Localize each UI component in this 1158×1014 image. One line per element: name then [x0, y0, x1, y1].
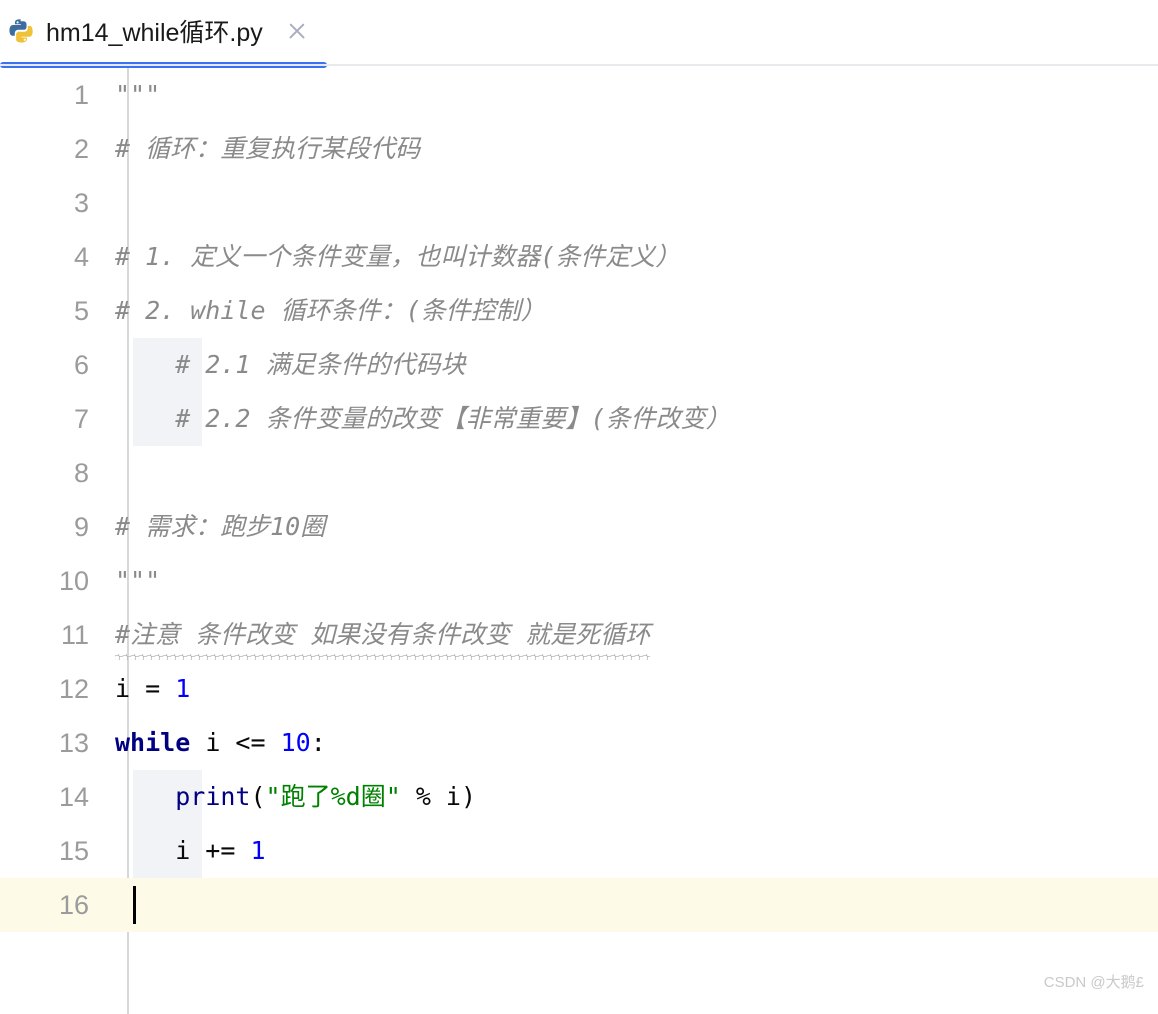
code-line-text: print("跑了%d圈" % i)	[108, 770, 1158, 824]
text-caret	[133, 886, 136, 924]
code-line-text	[108, 878, 1158, 932]
code-token-cmt: # 1. 定义一个条件变量，也叫计数器(条件定义）	[115, 242, 681, 271]
code-token-cmt: # 2.1 满足条件的代码块	[115, 350, 466, 379]
code-line-text: """	[108, 68, 1158, 122]
line-number: 13	[58, 727, 89, 758]
code-line-text: """	[108, 554, 1158, 608]
code-token-num: 1	[250, 836, 266, 865]
code-token-fn: print	[175, 782, 251, 811]
code-token-plain: i	[115, 674, 146, 703]
code-line[interactable]: 11 #注意 条件改变 如果没有条件改变 就是死循环	[0, 608, 1158, 662]
code-line[interactable]: 1 """	[0, 68, 1158, 122]
code-line-text: # 需求：跑步10圈	[108, 500, 1158, 554]
code-line[interactable]: 7 # 2.2 条件变量的改变【非常重要】(条件改变）	[0, 392, 1158, 446]
code-line-text	[108, 176, 1158, 230]
line-number: 2	[73, 133, 89, 164]
code-token-cmt: # 循环：重复执行某段代码	[115, 134, 421, 163]
code-line-text: i = 1	[108, 662, 1158, 716]
code-token-cmt: # 2. while 循环条件：(条件控制）	[115, 296, 546, 325]
code-line-text	[108, 446, 1158, 500]
code-line[interactable]: 9 # 需求：跑步10圈	[0, 500, 1158, 554]
code-line[interactable]: 5 # 2. while 循环条件：(条件控制）	[0, 284, 1158, 338]
file-tab-label: hm14_while循环.py	[46, 19, 263, 47]
line-number: 4	[73, 241, 89, 272]
code-line[interactable]: 15 i += 1	[0, 824, 1158, 878]
line-number: 8	[73, 457, 89, 488]
line-number: 16	[58, 889, 89, 920]
code-line-text: # 2. while 循环条件：(条件控制）	[108, 284, 1158, 338]
line-number: 5	[73, 295, 89, 326]
code-token-cmt: # 2.2 条件变量的改变【非常重要】(条件改变）	[115, 404, 731, 433]
code-token-cmt: """	[115, 566, 161, 595]
tab-bar-divider	[0, 64, 1158, 66]
code-line-text: # 循环：重复执行某段代码	[108, 122, 1158, 176]
code-line[interactable]: 2 # 循环：重复执行某段代码	[0, 122, 1158, 176]
code-token-plain: i +=	[115, 836, 251, 865]
line-number: 10	[58, 565, 89, 596]
code-line[interactable]: 14 print("跑了%d圈" % i)	[0, 770, 1158, 824]
code-token-plain: i <=	[190, 728, 281, 757]
code-token-cmt: #注意 条件改变 如果没有条件改变 就是死循环	[115, 620, 651, 649]
code-line[interactable]: 8	[0, 446, 1158, 500]
line-number: 3	[73, 187, 89, 218]
code-line[interactable]: 13 while i <= 10:	[0, 716, 1158, 770]
code-token-num: 10	[280, 728, 311, 757]
code-line-text: # 2.2 条件变量的改变【非常重要】(条件改变）	[108, 392, 1158, 446]
code-line[interactable]: 10 """	[0, 554, 1158, 608]
code-line[interactable]: 4 # 1. 定义一个条件变量，也叫计数器(条件定义）	[0, 230, 1158, 284]
code-token-plain: % i)	[400, 782, 477, 811]
python-file-icon	[9, 19, 33, 43]
code-line[interactable]: 3	[0, 176, 1158, 230]
code-token-str: "跑了%d圈"	[265, 782, 401, 811]
code-token-plain: (	[250, 782, 266, 811]
code-line[interactable]: 6 # 2.1 满足条件的代码块	[0, 338, 1158, 392]
code-line-text: i += 1	[108, 824, 1158, 878]
code-line-text: #注意 条件改变 如果没有条件改变 就是死循环	[108, 608, 1158, 662]
line-number: 12	[58, 673, 89, 704]
line-number: 15	[58, 835, 89, 866]
code-token-kw: while	[115, 728, 191, 757]
spellcheck-squiggle: #注意 条件改变 如果没有条件改变 就是死循环	[115, 608, 651, 662]
code-line-list: 1 """ 2 # 循环：重复执行某段代码 3 4 # 1. 定义一个条件变量，也叫计数器(…	[0, 68, 1158, 932]
code-line[interactable]: 16	[0, 878, 1158, 932]
code-line-text: # 1. 定义一个条件变量，也叫计数器(条件定义）	[108, 230, 1158, 284]
code-editor[interactable]: 1 """ 2 # 循环：重复执行某段代码 3 4 # 1. 定义一个条件变量，也叫计数器(…	[0, 68, 1158, 1014]
line-number: 6	[73, 349, 89, 380]
code-token-plain: =	[145, 674, 176, 703]
watermark-label: CSDN @大鹅£	[1043, 974, 1144, 991]
code-token-plain: :	[310, 728, 326, 757]
code-line[interactable]: 12 i = 1	[0, 662, 1158, 716]
line-number: 11	[60, 619, 89, 650]
code-line-text: while i <= 10:	[108, 716, 1158, 770]
file-tab-hm14-while[interactable]: hm14_while循环.py	[0, 0, 309, 62]
line-number: 9	[73, 511, 89, 542]
code-token-cmt: # 需求：跑步10圈	[115, 512, 326, 541]
code-token-cmt: """	[115, 80, 161, 109]
code-token-num: 1	[175, 674, 191, 703]
code-line-text: # 2.1 满足条件的代码块	[108, 338, 1158, 392]
line-number: 1	[73, 79, 89, 110]
close-icon[interactable]	[285, 19, 309, 43]
line-number: 14	[58, 781, 89, 812]
line-number: 7	[73, 403, 89, 434]
editor-tab-bar: hm14_while循环.py	[0, 0, 1158, 68]
